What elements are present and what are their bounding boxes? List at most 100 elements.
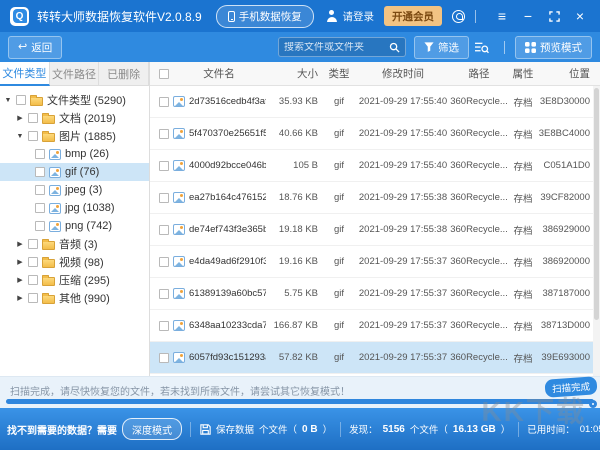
table-row[interactable]: de74ef743f3e365bf8fe2ad8... 19.18 KB gif… xyxy=(150,214,600,246)
tree-checkbox[interactable] xyxy=(28,293,38,303)
col-attr[interactable]: 属性 xyxy=(508,66,538,81)
back-button[interactable]: ↩ 返回 xyxy=(8,36,62,59)
tree-checkbox[interactable] xyxy=(35,221,45,231)
tree-item-jpg[interactable]: jpg (1038) xyxy=(0,199,149,217)
table-row[interactable]: 5f470370e25651f54601a5a6... 40.66 KB gif… xyxy=(150,118,600,150)
file-name: 5f470370e25651f54601a5a6... xyxy=(189,128,266,139)
file-location: 3E8D30000 xyxy=(538,96,600,107)
expand-arrow-icon[interactable]: ▼ xyxy=(3,97,13,104)
tree-checkbox[interactable] xyxy=(28,257,38,267)
tree-item-jpeg[interactable]: jpeg (3) xyxy=(0,181,149,199)
tree-item-gif[interactable]: gif (76) xyxy=(0,163,149,181)
row-checkbox[interactable] xyxy=(159,161,169,171)
col-filename[interactable]: 文件名 xyxy=(172,66,266,81)
phone-recovery-button[interactable]: 手机数据恢复 xyxy=(216,5,314,28)
col-modified[interactable]: 修改时间 xyxy=(356,66,450,81)
file-attr: 存档 xyxy=(508,319,538,333)
file-size: 18.76 KB xyxy=(266,192,322,203)
tree-item-pictures[interactable]: ▼ 图片 (1885) xyxy=(0,127,149,145)
support-icon[interactable] xyxy=(452,10,465,23)
row-checkbox[interactable] xyxy=(159,289,169,299)
tree-checkbox[interactable] xyxy=(16,95,26,105)
titlebar-separator xyxy=(475,10,476,23)
tree-checkbox[interactable] xyxy=(28,113,38,123)
maximize-icon[interactable] xyxy=(544,6,564,26)
file-type: gif xyxy=(322,352,356,363)
row-checkbox[interactable] xyxy=(159,321,169,331)
close-icon[interactable]: × xyxy=(570,6,590,26)
row-checkbox[interactable] xyxy=(159,353,169,363)
tree-item-documents[interactable]: ▶ 文档 (2019) xyxy=(0,109,149,127)
table-row[interactable]: ea27b164c476152cd3ccf20... 18.76 KB gif … xyxy=(150,182,600,214)
tree-item-bmp[interactable]: bmp (26) xyxy=(0,145,149,163)
tab-file-type[interactable]: 文件类型 xyxy=(0,62,50,86)
tree-item-other[interactable]: ▶ 其他 (990) xyxy=(0,289,149,307)
tree-item-png[interactable]: png (742) xyxy=(0,217,149,235)
tree-item-video[interactable]: ▶ 视频 (98) xyxy=(0,253,149,271)
list-search-button[interactable] xyxy=(469,38,494,57)
phone-icon xyxy=(228,11,235,22)
expand-arrow-icon[interactable]: ▼ xyxy=(15,133,25,140)
save-data-button[interactable]: 保存数据 xyxy=(199,422,254,436)
select-all-checkbox[interactable] xyxy=(159,69,169,79)
filter-button[interactable]: 筛选 xyxy=(414,36,469,59)
table-row[interactable]: e4da49ad6f2910f3fdd4083f... 19.16 KB gif… xyxy=(150,246,600,278)
tree-checkbox[interactable] xyxy=(28,131,38,141)
row-checkbox[interactable] xyxy=(159,129,169,139)
gif-file-icon xyxy=(173,160,185,171)
table-row[interactable]: 61389139a60bc5748fb40b8... 5.75 KB gif 2… xyxy=(150,278,600,310)
tree-checkbox[interactable] xyxy=(35,167,45,177)
collapse-arrow-icon[interactable]: ▶ xyxy=(15,258,25,266)
table-row[interactable]: 4000d92bcce046bdd997eb... 105 B gif 2021… xyxy=(150,150,600,182)
tree-checkbox[interactable] xyxy=(35,185,45,195)
row-checkbox[interactable] xyxy=(159,97,169,107)
col-location[interactable]: 位置 xyxy=(538,66,600,81)
minimize-icon[interactable]: − xyxy=(518,6,538,26)
deep-mode-button[interactable]: 深度模式 xyxy=(122,418,182,440)
tree-item-archive[interactable]: ▶ 压缩 (295) xyxy=(0,271,149,289)
tree-checkbox[interactable] xyxy=(35,149,45,159)
row-checkbox[interactable] xyxy=(159,257,169,267)
col-type[interactable]: 类型 xyxy=(322,66,356,81)
col-size[interactable]: 大小 xyxy=(266,66,322,81)
file-location: 3E8BC4000 xyxy=(538,128,600,139)
tree-item-root[interactable]: ▼ 文件类型 (5290) xyxy=(0,91,149,109)
collapse-arrow-icon[interactable]: ▶ xyxy=(15,294,25,302)
menu-icon[interactable]: ≡ xyxy=(492,6,512,26)
row-checkbox[interactable] xyxy=(159,193,169,203)
collapse-arrow-icon[interactable]: ▶ xyxy=(15,240,25,248)
logo-q-icon: Q xyxy=(13,9,27,23)
tab-deleted[interactable]: 已删除 xyxy=(99,62,149,86)
table-row[interactable]: 6348aa10233cda7ad047146... 166.87 KB gif… xyxy=(150,310,600,342)
row-checkbox[interactable] xyxy=(159,225,169,235)
file-attr: 存档 xyxy=(508,159,538,173)
scrollbar-thumb[interactable] xyxy=(594,88,599,320)
tree-checkbox[interactable] xyxy=(28,275,38,285)
sidebar: 文件类型 文件路径 已删除 ▼ 文件类型 (5290) ▶ 文档 (2019) … xyxy=(0,62,150,376)
grid-icon xyxy=(525,42,536,53)
col-path[interactable]: 路径 xyxy=(450,66,508,81)
table-scrollbar[interactable] xyxy=(593,86,600,376)
table-row[interactable]: 2d73516cedb4f3af5cfff3e5a... 35.93 KB gi… xyxy=(150,86,600,118)
tree-checkbox[interactable] xyxy=(28,239,38,249)
tree-item-audio[interactable]: ▶ 音频 (3) xyxy=(0,235,149,253)
vip-button[interactable]: 开通会员 xyxy=(384,6,442,26)
search-input[interactable] xyxy=(284,42,389,53)
tab-file-path[interactable]: 文件路径 xyxy=(50,62,100,86)
file-location: 38713D000 xyxy=(538,320,600,331)
login-button[interactable]: 请登录 xyxy=(326,9,375,24)
preview-mode-button[interactable]: 预览模式 xyxy=(515,36,592,59)
tree-checkbox[interactable] xyxy=(35,203,45,213)
table-row-selected[interactable]: 6057fd93c151293a9d9eb32... 57.82 KB gif … xyxy=(150,342,600,374)
file-attr: 存档 xyxy=(508,127,538,141)
search-box[interactable] xyxy=(278,37,406,57)
collapse-arrow-icon[interactable]: ▶ xyxy=(15,276,25,284)
login-label: 请登录 xyxy=(343,9,375,24)
tree-item-label: 其他 (990) xyxy=(59,290,110,306)
elapsed-value: 01:05:44 xyxy=(580,424,600,435)
file-location: 39CF82000 xyxy=(538,192,600,203)
collapse-arrow-icon[interactable]: ▶ xyxy=(15,114,25,122)
file-path: 360Recycle... xyxy=(450,224,508,235)
filter-funnel-icon xyxy=(424,42,434,52)
search-icon xyxy=(389,42,400,53)
